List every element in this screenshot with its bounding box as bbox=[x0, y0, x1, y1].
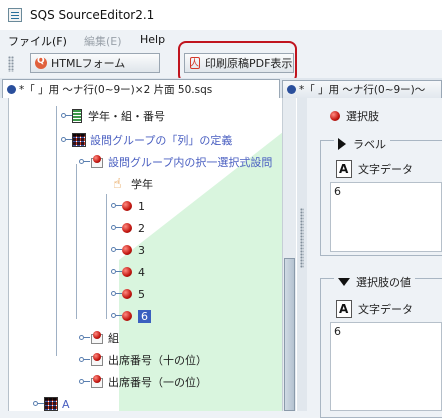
tree-node-label: 6 bbox=[138, 309, 151, 323]
value-section-header[interactable]: 選択肢の値 bbox=[334, 274, 415, 290]
tree-handle-icon[interactable] bbox=[111, 203, 122, 209]
tree-node[interactable]: 出席番号（一の位） bbox=[79, 372, 207, 392]
tab-label: *「 」用 ～ナ行(0~9ー)～ bbox=[299, 84, 426, 96]
tree-node-label: 2 bbox=[138, 221, 145, 235]
tree-node[interactable]: 出席番号（十の位） bbox=[79, 350, 207, 370]
tree-node-label: 4 bbox=[138, 265, 145, 279]
tree-handle-icon[interactable] bbox=[111, 225, 122, 231]
folder-ball-icon bbox=[90, 331, 104, 345]
red-ball-icon bbox=[330, 111, 340, 121]
tree-handle-icon[interactable] bbox=[79, 335, 90, 341]
tree-node[interactable]: 5 bbox=[111, 284, 145, 304]
html-form-button[interactable]: HTMLフォーム bbox=[30, 53, 160, 73]
tree-node[interactable]: 学年・組・番号 bbox=[61, 106, 165, 126]
folder-ball-icon bbox=[90, 353, 104, 367]
tab-bar: *「 」用 ～ナ行(0~9ー)×2 片面 50.sqs *「 」用 ～ナ行(0~… bbox=[0, 78, 442, 98]
tree-scrollbar[interactable] bbox=[282, 98, 296, 411]
tree-handle-icon[interactable] bbox=[33, 401, 44, 407]
tree-handle-icon[interactable] bbox=[111, 247, 122, 253]
tree-pane[interactable]: 学年・組・番号 設問グループの「列」の定義 設問グループ内の択一選択式設問 ☝ … bbox=[8, 98, 297, 411]
tree-node[interactable]: A bbox=[33, 394, 70, 411]
tree-handle-icon[interactable] bbox=[111, 269, 122, 275]
tree-node-label: 組 bbox=[108, 332, 119, 345]
tab-document-1[interactable]: *「 」用 ～ナ行(0~9ー)×2 片面 50.sqs bbox=[2, 79, 280, 98]
data-type-label: 文字データ bbox=[358, 303, 413, 316]
scrollbar-thumb[interactable] bbox=[284, 258, 295, 411]
text-data-icon bbox=[336, 300, 352, 318]
value-data-type: 文字データ bbox=[336, 300, 413, 318]
html-form-label: HTMLフォーム bbox=[51, 57, 126, 70]
tree-line bbox=[56, 106, 57, 356]
menu-edit[interactable]: 編集(E) bbox=[84, 33, 122, 49]
tree-handle-icon[interactable] bbox=[61, 137, 72, 143]
toolbar-grip-icon[interactable] bbox=[8, 56, 14, 72]
data-type-label: 文字データ bbox=[358, 163, 413, 176]
grid-icon bbox=[44, 397, 58, 411]
tree-node-label: 5 bbox=[138, 287, 145, 301]
menu-help[interactable]: Help bbox=[140, 33, 165, 46]
value-section-label: 選択肢の値 bbox=[356, 276, 411, 289]
text-data-icon bbox=[336, 160, 352, 178]
red-ball-icon bbox=[122, 223, 132, 233]
menu-file[interactable]: ファイル(F) bbox=[8, 33, 67, 49]
tree-node-label: 1 bbox=[138, 199, 145, 213]
collapse-arrow-icon[interactable] bbox=[338, 138, 346, 150]
red-ball-icon bbox=[122, 311, 132, 321]
folder-ball-icon bbox=[90, 375, 104, 389]
app-icon bbox=[8, 8, 22, 22]
red-ball-icon bbox=[122, 267, 132, 277]
label-value-field[interactable]: 6 bbox=[330, 182, 442, 252]
tree-node-label: 出席番号（一の位） bbox=[108, 376, 207, 389]
tree-line bbox=[106, 194, 107, 319]
tree-handle-icon[interactable] bbox=[61, 113, 72, 119]
tree-node-label: A bbox=[62, 397, 70, 411]
hand-cursor-icon: ☝ bbox=[113, 176, 122, 192]
tree-node[interactable]: 1 bbox=[111, 196, 145, 216]
label-section-header[interactable]: ラベル bbox=[334, 136, 390, 152]
html-form-icon bbox=[35, 56, 47, 69]
tree-node-label: 出席番号（十の位） bbox=[108, 354, 207, 367]
title-bar: SQS SourceEditor2.1 bbox=[0, 0, 442, 30]
bar-icon bbox=[72, 109, 82, 123]
label-data-type: 文字データ bbox=[336, 160, 413, 178]
window-title: SQS SourceEditor2.1 bbox=[30, 8, 155, 22]
detail-panel: 選択肢 ラベル 文字データ 6 選択肢の値 文字データ 6 bbox=[308, 98, 442, 418]
tree-handle-icon[interactable] bbox=[79, 357, 90, 363]
tree-handle-icon[interactable] bbox=[111, 313, 122, 319]
grid-icon bbox=[72, 133, 86, 147]
tree-node[interactable]: 組 bbox=[79, 328, 119, 348]
tree-node[interactable]: 4 bbox=[111, 262, 145, 282]
tab-document-2[interactable]: *「 」用 ～ナ行(0~9ー)～ bbox=[282, 80, 442, 98]
detail-header-label: 選択肢 bbox=[346, 110, 379, 123]
label-section-label: ラベル bbox=[353, 138, 386, 151]
detail-header: 選択肢 bbox=[330, 108, 379, 124]
red-ball-icon bbox=[122, 201, 132, 211]
tree-node-selected[interactable]: 6 bbox=[111, 306, 151, 326]
value-value-field[interactable]: 6 bbox=[330, 322, 442, 411]
document-icon bbox=[7, 84, 16, 94]
tree-node-label: 設問グループ内の択一選択式設問 bbox=[108, 156, 273, 169]
tree-node[interactable]: ☝ 学年 bbox=[113, 174, 153, 194]
tree-node-label: 設問グループの「列」の定義 bbox=[90, 134, 233, 147]
tree-handle-icon[interactable] bbox=[79, 379, 90, 385]
folder-ball-icon bbox=[90, 155, 104, 169]
tree-node[interactable]: 設問グループの「列」の定義 bbox=[61, 130, 232, 150]
expand-arrow-icon[interactable] bbox=[338, 278, 350, 286]
tree-node[interactable]: 設問グループ内の択一選択式設問 bbox=[79, 152, 272, 172]
tab-label: *「 」用 ～ナ行(0~9ー)×2 片面 50.sqs bbox=[19, 83, 213, 96]
tree-node[interactable]: 2 bbox=[111, 218, 145, 238]
highlight-annotation bbox=[178, 41, 297, 83]
red-ball-icon bbox=[122, 289, 132, 299]
tree-handle-icon[interactable] bbox=[79, 159, 90, 165]
red-ball-icon bbox=[122, 245, 132, 255]
tree-line bbox=[76, 164, 77, 319]
pane-splitter[interactable] bbox=[297, 98, 307, 411]
tree-node-label: 3 bbox=[138, 243, 145, 257]
tree-node-label: 学年・組・番号 bbox=[88, 110, 165, 123]
tree-node-label: 学年 bbox=[131, 178, 153, 191]
document-icon bbox=[287, 85, 296, 94]
tree-handle-icon[interactable] bbox=[111, 291, 122, 297]
tree-node[interactable]: 3 bbox=[111, 240, 145, 260]
